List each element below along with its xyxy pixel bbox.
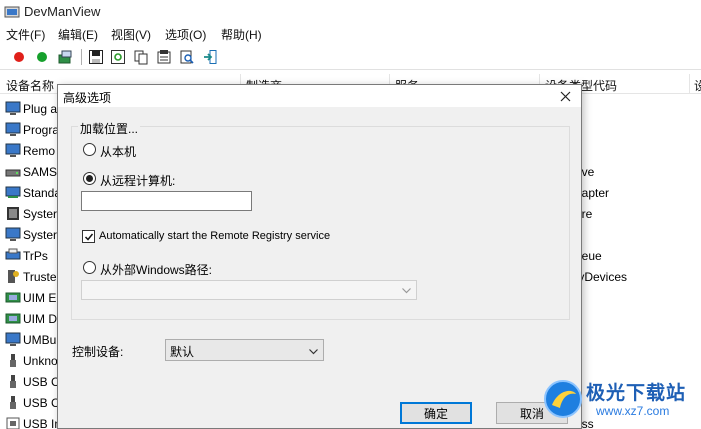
- column-device-name[interactable]: 设备名称: [6, 77, 54, 94]
- copy-icon: [134, 50, 148, 65]
- row-device-name: SAMS: [23, 165, 58, 179]
- menu-edit[interactable]: 编辑(E): [58, 26, 98, 43]
- row-device-name: USB C: [23, 375, 60, 389]
- row-device-name: Syster: [23, 207, 58, 221]
- monitor-icon: [5, 122, 21, 136]
- remote-computer-input[interactable]: [81, 191, 252, 211]
- dialog-titlebar: 高级选项: [58, 85, 581, 107]
- device-icon: [5, 292, 21, 303]
- monitor-icon: [5, 332, 21, 346]
- auto-start-checkbox[interactable]: [82, 230, 95, 243]
- dialog-title: 高级选项: [63, 91, 112, 105]
- close-button[interactable]: [556, 87, 574, 105]
- app-icon: [4, 6, 20, 18]
- row-device-name: Standa: [23, 186, 62, 200]
- monitor-icon: [5, 227, 21, 241]
- column-divider[interactable]: [689, 74, 690, 94]
- save-button[interactable]: [86, 47, 106, 67]
- checkmark-icon: [84, 233, 93, 241]
- security-device-icon: [8, 270, 19, 283]
- control-device-label: 控制设备:: [72, 345, 124, 359]
- row-device-name: Syster: [23, 228, 58, 242]
- watermark-name: 极光下载站: [586, 383, 687, 404]
- chevron-down-icon: [309, 349, 318, 355]
- device-properties-icon: [58, 50, 72, 64]
- window-titlebar: DevManView: [0, 0, 701, 24]
- device-icon: [5, 313, 21, 324]
- usb-icon: [10, 354, 16, 367]
- properties-button[interactable]: [55, 47, 75, 67]
- monitor-icon: [5, 101, 21, 115]
- monitor-icon: [5, 143, 21, 157]
- watermark-logo: [544, 380, 582, 418]
- enable-button[interactable]: [32, 47, 52, 67]
- column-more[interactable]: 设: [694, 77, 701, 94]
- radio-windows-path[interactable]: [83, 261, 96, 274]
- html-report-button[interactable]: [154, 47, 174, 67]
- row-device-name: USB In: [23, 417, 62, 429]
- radio-local[interactable]: [83, 143, 96, 156]
- save-icon: [89, 50, 103, 64]
- radio-remote[interactable]: [83, 172, 96, 185]
- menu-options[interactable]: 选项(O): [165, 26, 206, 43]
- enable-icon: [37, 52, 47, 62]
- row-device-type: tyDevices: [575, 270, 628, 284]
- option-local-label[interactable]: 从本机: [100, 143, 136, 160]
- row-device-name: TrPs: [23, 249, 48, 263]
- row-device-name: Truste: [23, 270, 57, 284]
- option-windows-path-label[interactable]: 从外部Windows路径:: [100, 261, 212, 278]
- find-icon: [180, 50, 194, 64]
- refresh-button[interactable]: [108, 47, 128, 67]
- report-icon: [157, 50, 171, 64]
- menu-view[interactable]: 视图(V): [111, 26, 151, 43]
- menu-file[interactable]: 文件(F): [6, 26, 45, 43]
- auto-start-label[interactable]: Automatically start the Remote Registry …: [99, 230, 330, 242]
- row-device-name: Unkno: [23, 354, 58, 368]
- disable-button[interactable]: [9, 47, 29, 67]
- advanced-options-dialog: 高级选项 加载位置... 从本机 从远程计算机: Automatically s…: [57, 84, 582, 429]
- disable-icon: [14, 52, 24, 62]
- copy-button[interactable]: [131, 47, 151, 67]
- chevron-down-icon: [402, 288, 411, 294]
- usb-icon: [6, 417, 20, 429]
- find-button[interactable]: [177, 47, 197, 67]
- group-label: 加载位置...: [78, 120, 141, 137]
- toolbar: [0, 44, 701, 70]
- refresh-icon: [111, 50, 125, 64]
- option-remote-label[interactable]: 从远程计算机:: [100, 172, 175, 189]
- control-device-value: 默认: [170, 345, 195, 359]
- row-device-name: UMBu: [23, 333, 57, 347]
- row-device-name: Progra: [23, 123, 60, 137]
- control-device-select[interactable]: 默认: [165, 339, 324, 361]
- row-device-name: Plug a: [23, 102, 58, 116]
- ok-button[interactable]: 确定: [400, 402, 472, 424]
- display-adapter-icon: [5, 186, 21, 198]
- toolbar-separator: [81, 49, 82, 65]
- print-queue-icon: [5, 248, 21, 260]
- row-device-name: Remo: [23, 144, 56, 158]
- window-title: DevManView: [24, 4, 101, 19]
- usb-icon: [10, 375, 16, 388]
- row-device-name: UIM E: [23, 291, 57, 305]
- menu-help[interactable]: 帮助(H): [221, 26, 262, 43]
- disk-drive-icon: [5, 169, 21, 177]
- close-icon: [560, 91, 570, 101]
- row-device-name: USB C: [23, 396, 60, 410]
- usb-icon: [10, 396, 16, 409]
- watermark: 极光下载站 www.xz7.com: [540, 372, 698, 426]
- exit-button[interactable]: [200, 47, 220, 67]
- windows-path-combo[interactable]: [81, 280, 417, 300]
- watermark-url: www.xz7.com: [596, 404, 670, 418]
- system-device-icon: [7, 207, 19, 220]
- row-device-name: UIM D: [23, 312, 57, 326]
- exit-icon: [204, 50, 217, 64]
- menu-bar: 文件(F) 编辑(E) 视图(V) 选项(O) 帮助(H): [0, 24, 701, 44]
